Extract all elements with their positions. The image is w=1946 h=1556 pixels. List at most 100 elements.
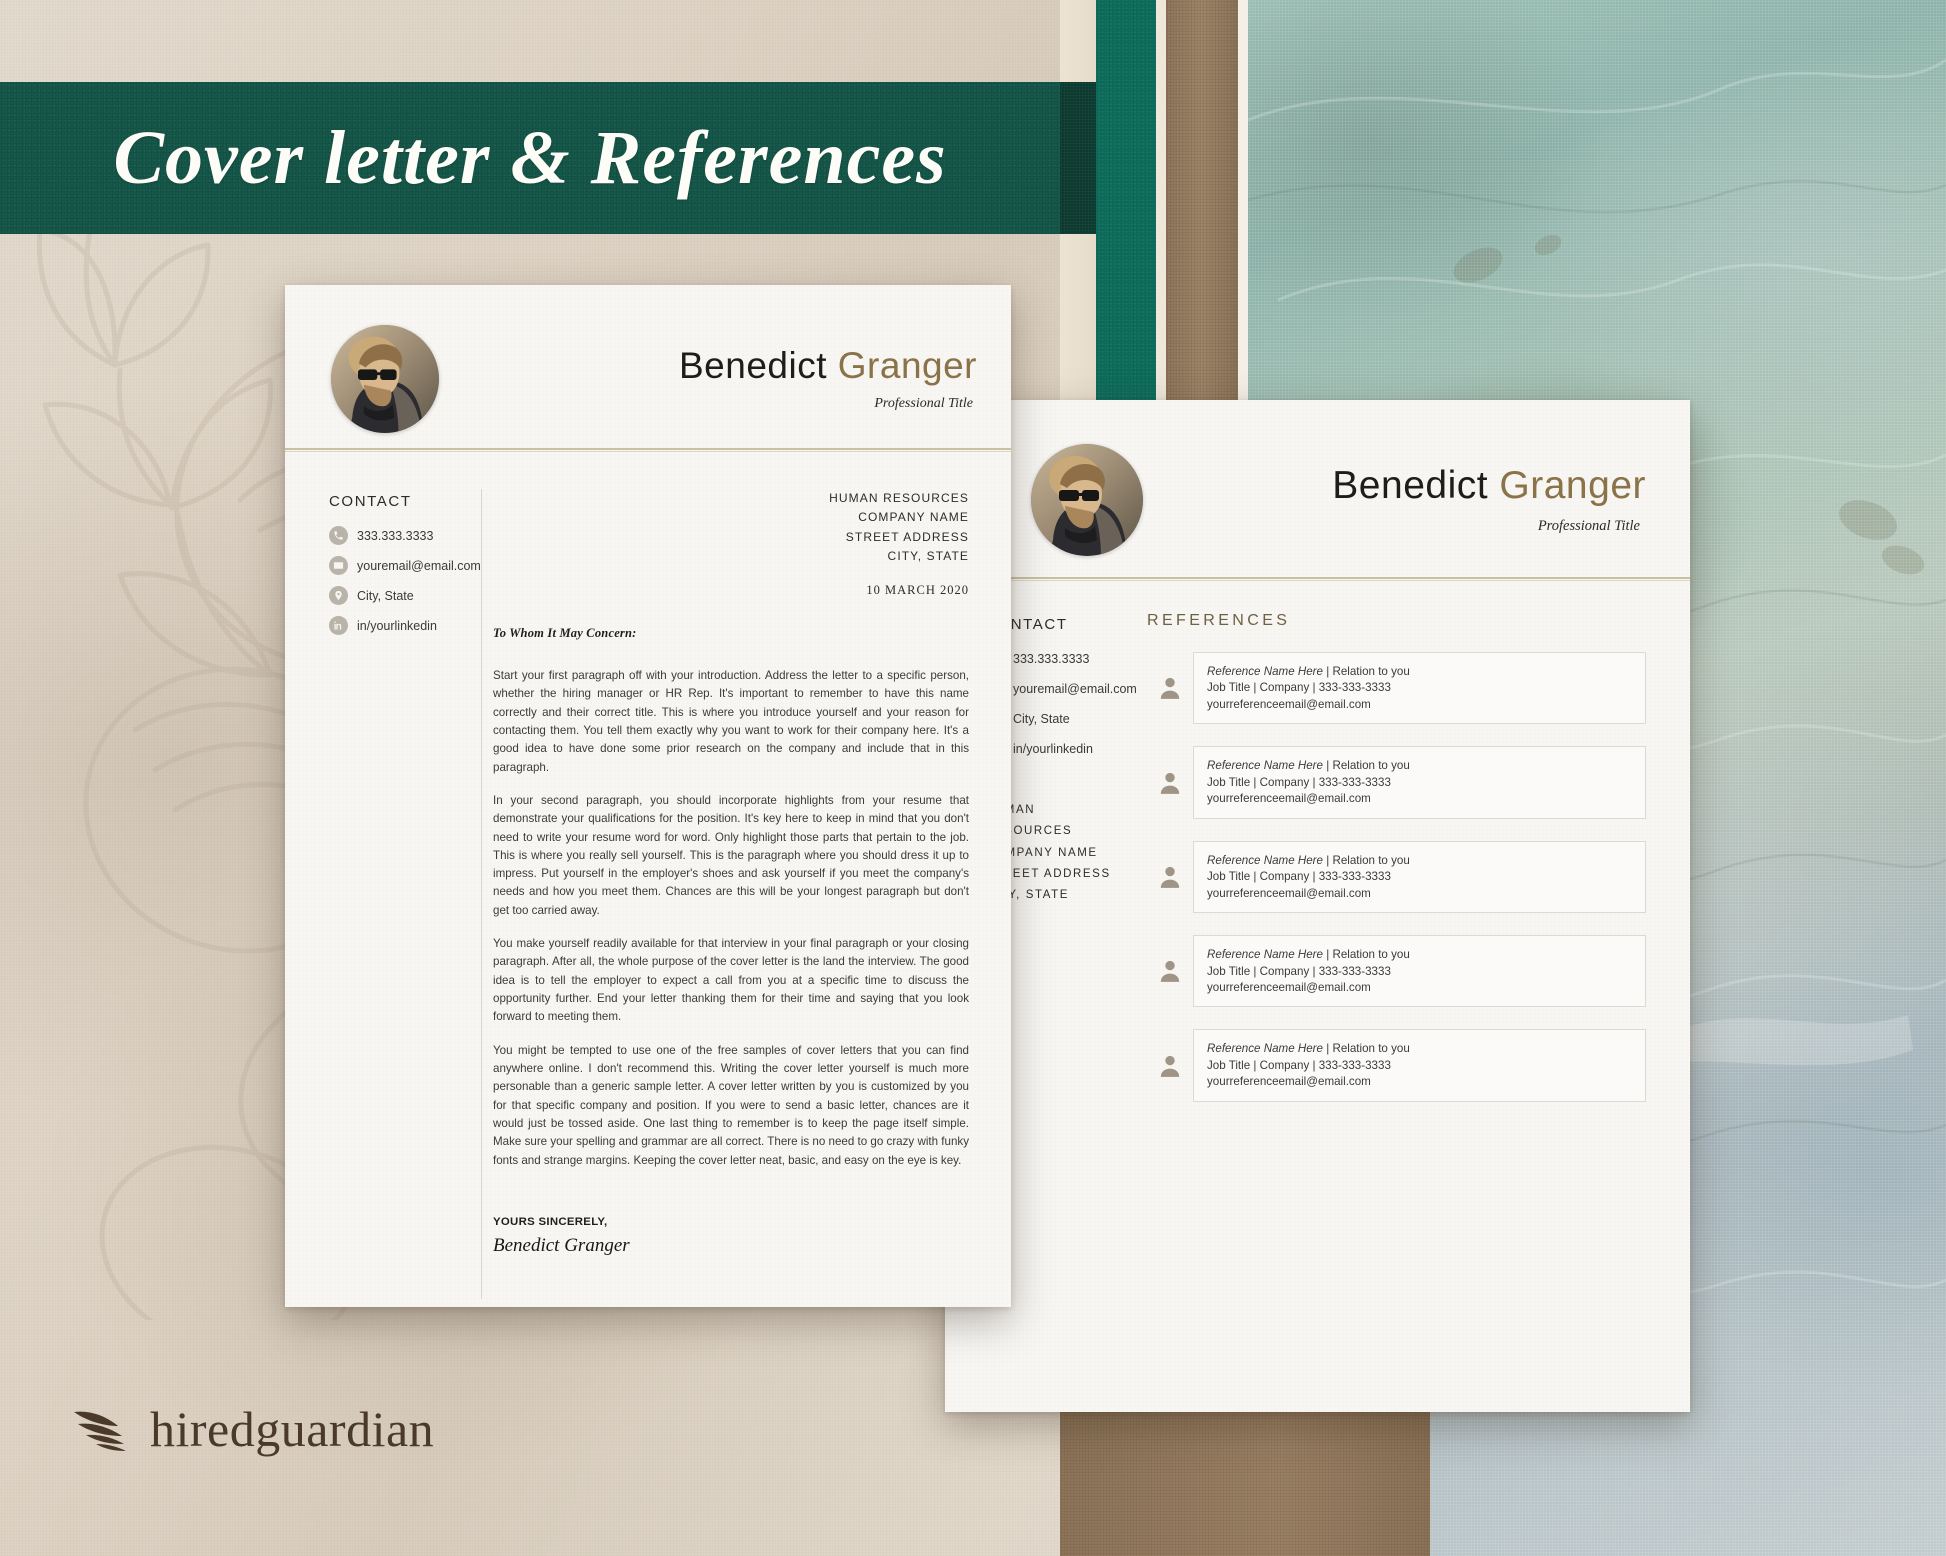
- reference-item[interactable]: Reference Name Here | Relation to you Jo…: [1147, 1029, 1646, 1102]
- header-rule: [285, 448, 1011, 450]
- reference-card[interactable]: Reference Name Here | Relation to you Jo…: [1193, 1029, 1646, 1102]
- reference-line-3: yourreferenceemail@email.com: [1207, 980, 1371, 994]
- reference-card[interactable]: Reference Name Here | Relation to you Jo…: [1193, 746, 1646, 819]
- reference-name: Reference Name Here: [1207, 853, 1323, 867]
- reference-line-1: Reference Name Here | Relation to you: [1207, 758, 1632, 774]
- references-page[interactable]: Benedict Granger Professional Title CONT…: [945, 400, 1690, 1412]
- reference-line-3: yourreferenceemail@email.com: [1207, 886, 1371, 900]
- reference-line-2: Job Title | Company | 333-333-3333: [1207, 775, 1391, 789]
- signature: Benedict Granger: [493, 1234, 630, 1256]
- contact-email-value: youremail@email.com: [1013, 681, 1137, 696]
- reference-line-3: yourreferenceemail@email.com: [1207, 697, 1371, 711]
- contact-heading: CONTACT: [329, 493, 412, 510]
- first-name: Benedict: [1332, 463, 1489, 507]
- reference-name: Reference Name Here: [1207, 948, 1323, 962]
- contact-location-value: City, State: [357, 588, 414, 603]
- contact-linkedin-value: in/yourlinkedin: [357, 618, 437, 633]
- references-section-heading: REFERENCES: [1147, 612, 1291, 629]
- cover-letter-main: HUMAN RESOURCES COMPANY NAME STREET ADDR…: [445, 461, 1011, 1257]
- cover-letter-header: Benedict Granger Professional Title: [285, 285, 1011, 439]
- contact-item-linkedin[interactable]: in/yourlinkedin: [329, 616, 445, 635]
- dark-green-accent-block: [1060, 82, 1096, 234]
- reference-line-1: Reference Name Here | Relation to you: [1207, 947, 1632, 963]
- reference-name: Reference Name Here: [1207, 665, 1323, 678]
- reference-line-3: yourreferenceemail@email.com: [1207, 1075, 1371, 1089]
- reference-item[interactable]: Reference Name Here | Relation to you Jo…: [1147, 746, 1646, 819]
- person-icon: [1147, 864, 1193, 890]
- reference-line-3: yourreferenceemail@email.com: [1207, 792, 1371, 806]
- reference-card[interactable]: Reference Name Here | Relation to you Jo…: [1193, 652, 1646, 725]
- first-name: Benedict: [678, 344, 827, 386]
- recipient-block: HUMAN RESOURCES COMPANY NAME STREET ADDR…: [493, 489, 969, 600]
- reference-line-2: Job Title | Company | 333-333-3333: [1207, 964, 1391, 978]
- professional-title: Professional Title: [1537, 517, 1640, 534]
- person-name: Benedict Granger: [439, 347, 977, 384]
- avatar: [1031, 444, 1143, 556]
- recipient-line-2: COMPANY NAME: [858, 510, 969, 525]
- reference-relation: | Relation to you: [1323, 1042, 1410, 1056]
- reference-relation: | Relation to you: [1323, 948, 1410, 962]
- contact-list: 333.333.3333 youremail@email.com City, S…: [329, 526, 481, 635]
- cover-letter-sidebar: CONTACT 333.333.3333 youremail@email.com…: [285, 461, 481, 1257]
- banner-title: Cover letter & References: [113, 115, 947, 200]
- poster-canvas: Cover letter & References Benedict Grang…: [0, 0, 1946, 1556]
- cover-letter-page[interactable]: Benedict Granger Professional Title CONT…: [285, 285, 1011, 1307]
- professional-title: Professional Title: [874, 395, 973, 411]
- reference-name: Reference Name Here: [1207, 1042, 1323, 1056]
- header-rule-shadow: [285, 451, 1011, 452]
- person-icon: [1147, 958, 1193, 984]
- header-rule: [945, 577, 1690, 579]
- reference-relation: | Relation to you: [1323, 759, 1410, 773]
- email-icon: [329, 556, 348, 575]
- cover-letter-body: CONTACT 333.333.3333 youremail@email.com…: [285, 461, 1011, 1299]
- person-name: Benedict Granger: [1143, 466, 1646, 505]
- reference-item[interactable]: Reference Name Here | Relation to you Jo…: [1147, 840, 1646, 914]
- letter-paragraph: You might be tempted to use one of the f…: [493, 1043, 969, 1167]
- reference-line-2: Job Title | Company | 333-333-3333: [1207, 681, 1391, 695]
- reference-line-2: Job Title | Company | 333-333-3333: [1207, 1058, 1391, 1072]
- letter-date: 10 MARCH 2020: [866, 582, 969, 597]
- logo-text: hiredguardian: [150, 1401, 435, 1457]
- recipient-line-1: HUMAN RESOURCES: [829, 491, 969, 505]
- reference-line-1: Reference Name Here | Relation to you: [1207, 1041, 1632, 1057]
- last-name: Granger: [1499, 463, 1646, 507]
- header-rule-shadow: [945, 580, 1690, 581]
- feather-wing-icon: [74, 1411, 126, 1451]
- references-body: CONTACT 333.333.3333 youremail@email.com…: [945, 592, 1690, 1124]
- reference-item[interactable]: Reference Name Here | Relation to you Jo…: [1147, 935, 1646, 1008]
- letter-paragraph: You make yourself readily available for …: [493, 937, 969, 1024]
- recipient-line-3: STREET ADDRESS: [845, 529, 969, 544]
- contact-item-phone[interactable]: 333.333.3333: [329, 526, 445, 545]
- location-pin-icon: [329, 586, 348, 605]
- person-icon: [1147, 1053, 1193, 1079]
- reference-name: Reference Name Here: [1207, 759, 1323, 773]
- reference-line-1: Reference Name Here | Relation to you: [1207, 664, 1632, 680]
- last-name: Granger: [837, 344, 977, 386]
- column-divider: [481, 489, 482, 1299]
- contact-item-location[interactable]: City, State: [329, 586, 445, 605]
- references-name-block: Benedict Granger Professional Title: [1143, 466, 1646, 535]
- contact-phone-value: 333.333.3333: [357, 528, 434, 543]
- references-main: REFERENCES Reference Name Here | Relatio…: [1121, 592, 1690, 1124]
- brand-logo[interactable]: hiredguardian: [72, 1392, 434, 1466]
- person-icon: [1147, 675, 1193, 701]
- reference-relation: | Relation to you: [1323, 665, 1410, 678]
- title-banner: Cover letter & References: [0, 82, 1060, 234]
- contact-phone-value: 333.333.3333: [1013, 651, 1090, 666]
- phone-icon: [329, 526, 348, 545]
- letter-paragraph: In your second paragraph, you should inc…: [493, 793, 969, 917]
- contact-item-email[interactable]: youremail@email.com: [329, 556, 481, 575]
- reference-card[interactable]: Reference Name Here | Relation to you Jo…: [1193, 840, 1646, 914]
- salutation: To Whom It May Concern:: [493, 626, 637, 640]
- contact-linkedin-value: in/yourlinkedin: [1013, 741, 1093, 756]
- reference-card[interactable]: Reference Name Here | Relation to you Jo…: [1193, 935, 1646, 1008]
- reference-line-2: Job Title | Company | 333-333-3333: [1207, 870, 1391, 884]
- letter-paragraph: Start your first paragraph off with your…: [493, 669, 969, 774]
- reference-item[interactable]: Reference Name Here | Relation to you Jo…: [1147, 652, 1646, 725]
- contact-location-value: City, State: [1013, 711, 1070, 726]
- recipient-line-4: CITY, STATE: [887, 549, 969, 564]
- signoff-label: YOURS SINCERELY,: [493, 1215, 608, 1228]
- avatar: [331, 325, 439, 433]
- person-icon: [1147, 770, 1193, 796]
- cover-letter-name-block: Benedict Granger Professional Title: [439, 347, 977, 412]
